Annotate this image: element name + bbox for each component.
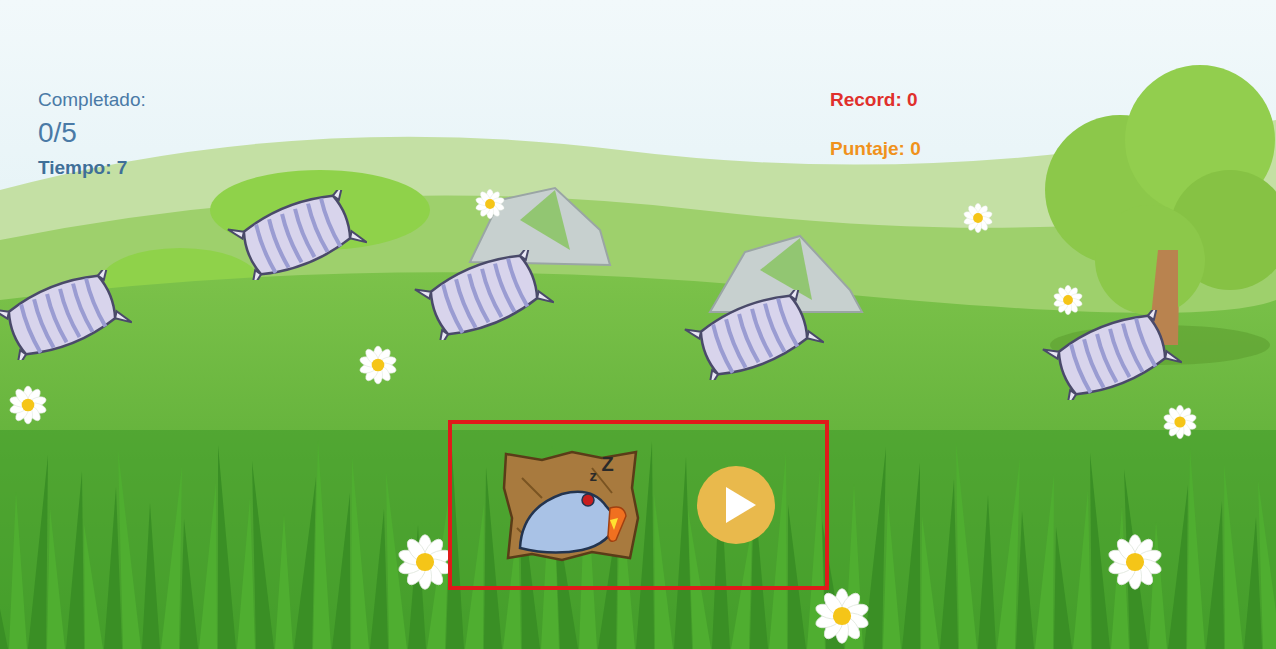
play-icon <box>696 465 776 545</box>
play-button[interactable] <box>696 465 776 545</box>
completed-label: Completado: <box>38 88 830 112</box>
record-label: Record: 0 <box>830 88 1276 112</box>
hud: Completado: 0/5 Tiempo: 7 Record: 0 Puntaje:… <box>0 0 1276 180</box>
pillow[interactable] <box>1042 310 1182 400</box>
pillow[interactable] <box>414 250 554 340</box>
tutorial-box: zZ <box>448 420 829 590</box>
landscape-background <box>0 0 1276 649</box>
time-label: Tiempo: 7 <box>38 156 830 180</box>
sleep-mark: z <box>590 468 598 483</box>
game-screen: Completado: 0/5 Tiempo: 7 Record: 0 Puntaje:… <box>0 0 1276 649</box>
sleep-mark: Z <box>602 454 614 474</box>
pillow[interactable] <box>0 270 132 360</box>
sleeping-mole-icon <box>502 448 640 562</box>
completed-count: 0/5 <box>38 116 830 150</box>
sleeping-mole: zZ <box>502 448 640 562</box>
pillow[interactable] <box>227 190 367 280</box>
score-label: Puntaje: 0 <box>830 137 1276 161</box>
pillow[interactable] <box>684 290 824 380</box>
